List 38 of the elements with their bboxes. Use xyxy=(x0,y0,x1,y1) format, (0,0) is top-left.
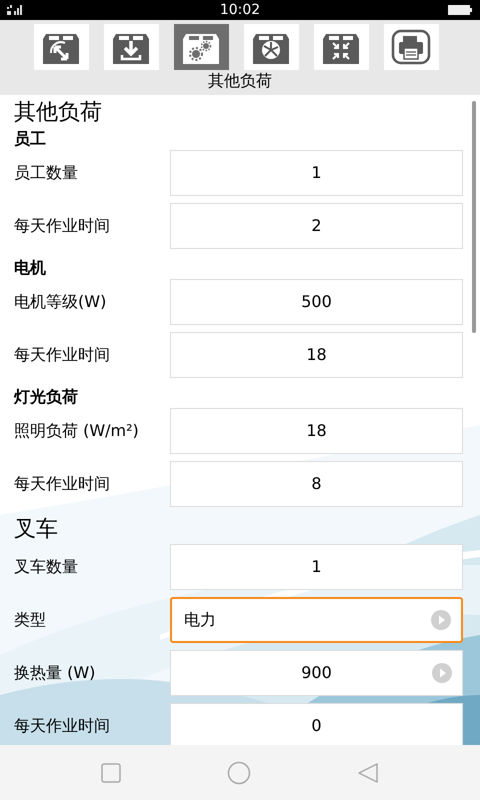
section-title: 叉车 xyxy=(14,516,59,544)
section-heading: 灯光负荷 xyxy=(14,386,79,408)
input-field[interactable]: 500 xyxy=(170,279,463,325)
toolbar-tab[interactable] xyxy=(34,24,88,70)
toolbar-tab[interactable] xyxy=(244,24,298,70)
field-label: 每天作业时间 xyxy=(14,473,111,495)
input-field[interactable]: 1 xyxy=(170,544,463,590)
section-heading: 电机 xyxy=(14,257,47,279)
input-field[interactable]: 0 xyxy=(170,703,463,745)
dropdown-field[interactable]: 电力 xyxy=(170,597,463,643)
battery-icon xyxy=(448,5,473,15)
printer-icon xyxy=(391,29,431,65)
field-label: 每天作业时间 xyxy=(14,344,111,366)
toolbar-tab[interactable] xyxy=(174,24,228,70)
input-field[interactable]: 18 xyxy=(170,408,463,454)
signal-icon xyxy=(7,5,25,15)
section-heading: 员工 xyxy=(14,128,47,150)
field-label: 换热量 (W) xyxy=(14,662,96,684)
toolbar-tab[interactable] xyxy=(314,24,368,70)
field-label: 类型 xyxy=(14,609,47,631)
field-label: 每天作业时间 xyxy=(14,215,111,237)
input-field[interactable]: 18 xyxy=(170,332,463,378)
field-label: 每天作业时间 xyxy=(14,715,111,737)
toolbar-tab[interactable] xyxy=(384,24,438,70)
toolbar-tab[interactable] xyxy=(104,24,158,70)
section-title: 其他负荷 xyxy=(14,99,103,127)
picker-field[interactable]: 900 xyxy=(170,650,463,696)
input-field[interactable]: 8 xyxy=(170,461,463,507)
field-label: 照明负荷 (W/m²) xyxy=(14,420,140,442)
screen-title: 其他负荷 xyxy=(208,71,272,91)
status-time: 10:02 xyxy=(220,1,260,20)
input-field[interactable]: 2 xyxy=(170,203,463,249)
play-icon xyxy=(431,610,451,630)
field-label: 员工数量 xyxy=(14,162,79,184)
field-label: 叉车数量 xyxy=(14,556,79,578)
input-field[interactable]: 1 xyxy=(170,150,463,196)
play-icon xyxy=(432,663,452,683)
field-label: 电机等级(W) xyxy=(14,291,108,313)
